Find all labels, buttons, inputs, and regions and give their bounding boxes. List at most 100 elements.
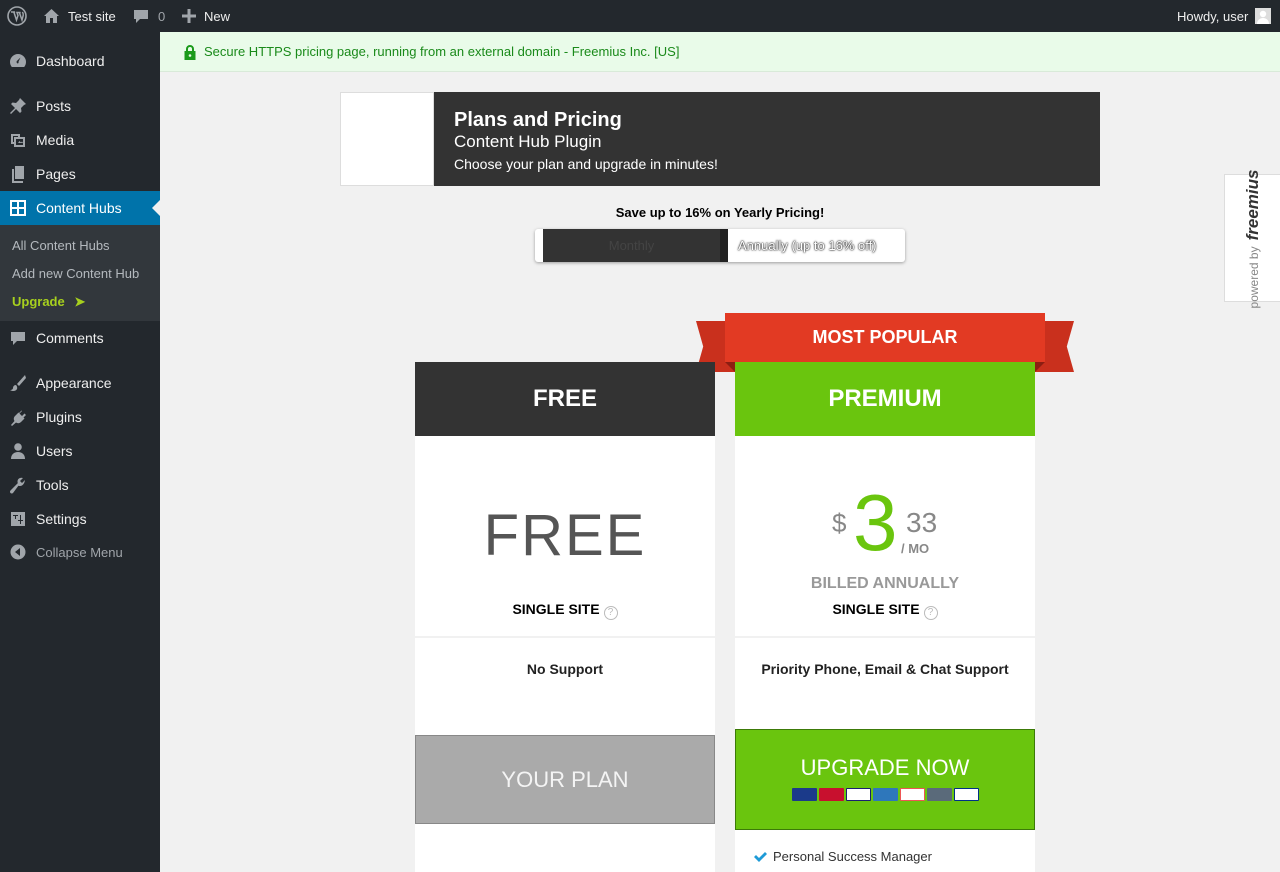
price-currency: $ [832, 508, 847, 538]
plan-sites: SINGLE SITE? [415, 601, 715, 620]
billing-frequency: BILLED ANNUALLY [810, 575, 960, 592]
sidebar-item-label: Pages [36, 166, 76, 182]
sidebar-item-content-hubs[interactable]: Content Hubs [0, 191, 160, 225]
sidebar-item-posts[interactable]: Posts [0, 89, 160, 123]
divider [415, 636, 715, 638]
powered-by-text: powered by [1247, 246, 1261, 309]
sidebar-item-label: Dashboard [36, 53, 105, 69]
sidebar-item-dashboard[interactable]: Dashboard [0, 44, 160, 78]
plan-name: FREE [415, 362, 715, 436]
toggle-divider [720, 229, 728, 262]
yearly-savings-promo: Save up to 16% on Yearly Pricing! [615, 205, 825, 220]
site-name-link[interactable]: Test site [43, 0, 116, 32]
sidebar-item-users[interactable]: Users [0, 434, 160, 468]
divider [735, 636, 1035, 638]
upgrade-now-label: UPGRADE NOW [800, 755, 970, 780]
sidebar-item-label: Posts [36, 98, 72, 114]
wrench-icon [0, 476, 36, 494]
most-popular-ribbon: MOST POPULAR [725, 313, 1045, 362]
sidebar-item-label: Users [36, 443, 73, 459]
admin-bar: Test site 0 New Howdy, user [0, 0, 1280, 32]
new-label: New [204, 8, 231, 24]
arrow-right-icon: ➤ [74, 294, 86, 309]
sidebar-item-label: Plugins [36, 409, 82, 425]
sidebar-item-label: Media [36, 132, 75, 148]
ribbon-fold-right [1035, 362, 1045, 372]
sidebar-item-label: Collapse Menu [36, 544, 123, 560]
plan-price: FREE [483, 503, 647, 568]
comment-count: 0 [158, 8, 166, 24]
sidebar-item-pages[interactable]: Pages [0, 157, 160, 191]
mastercard-card-icon [818, 788, 844, 801]
plugin-name: Content Hub Plugin [454, 132, 602, 151]
upgrade-label: Upgrade [12, 294, 65, 309]
sidebar-item-tools[interactable]: Tools [0, 468, 160, 502]
amex-card-icon [872, 788, 898, 801]
dashboard-icon [0, 52, 36, 70]
bank-card-icon [926, 788, 952, 801]
help-icon[interactable]: ? [603, 606, 618, 620]
page-title: Plans and Pricing [454, 109, 622, 131]
content-hubs-submenu: All Content Hubs Add new Content Hub Upg… [0, 225, 160, 321]
sidebar-item-label: Comments [36, 330, 104, 346]
sidebar-item-settings[interactable]: Settings [0, 502, 160, 536]
user-icon [0, 442, 36, 460]
sites-label: SINGLE SITE [832, 601, 920, 617]
price-decimal: 33 [906, 507, 938, 538]
submenu-upgrade[interactable]: Upgrade ➤ [12, 294, 85, 310]
avatar [1255, 8, 1272, 24]
annual-option[interactable]: Annually (up to 16% off) [738, 229, 898, 262]
plan-card-free: FREE FREE SINGLE SITE? No Support YOUR P… [415, 362, 715, 872]
sites-label: SINGLE SITE [512, 601, 600, 617]
powered-by-freemius-badge[interactable]: powered by freemius [1224, 170, 1280, 308]
sidebar-item-appearance[interactable]: Appearance [0, 366, 160, 400]
greeting-text: Howdy, user [1177, 8, 1249, 24]
check-icon [753, 851, 767, 863]
pricing-header: Plans and Pricing Content Hub Plugin Cho… [340, 92, 1100, 186]
paypal-card-icon [953, 788, 979, 801]
sliders-icon [0, 510, 36, 528]
media-icon [0, 131, 36, 149]
feature-item: Personal Success Manager [753, 849, 932, 864]
new-content-link[interactable]: New [182, 0, 230, 32]
visa-card-icon [845, 788, 871, 801]
sidebar-item-media[interactable]: Media [0, 123, 160, 157]
upgrade-now-button[interactable]: UPGRADE NOW [735, 729, 1035, 830]
sidebar-item-plugins[interactable]: Plugins [0, 400, 160, 434]
pin-icon [0, 97, 36, 115]
plan-support: No Support [526, 661, 604, 677]
notice-text: Secure HTTPS pricing page, running from … [204, 44, 680, 59]
billing-cycle-toggle[interactable]: Monthly Annually (up to 16% off) [535, 229, 905, 262]
plus-icon [182, 9, 196, 23]
comments-link[interactable]: 0 [133, 0, 165, 32]
account-menu[interactable]: Howdy, user [1177, 0, 1272, 32]
plan-price: $ 3 33 / MO [735, 480, 1035, 570]
plug-icon [0, 408, 36, 426]
price-period: / MO [901, 541, 930, 556]
collapse-menu-button[interactable]: Collapse Menu [0, 535, 160, 569]
plan-card-premium: PREMIUM $ 3 33 / MO BILLED ANNUALLY SING… [725, 362, 1045, 872]
ribbon-fold-left [725, 362, 735, 372]
monthly-option[interactable]: Monthly [543, 229, 720, 262]
site-name: Test site [68, 8, 116, 24]
sidebar-item-comments[interactable]: Comments [0, 321, 160, 355]
sidebar-item-label: Appearance [36, 375, 112, 391]
plan-sites: SINGLE SITE? [735, 601, 1035, 620]
sidebar-item-label: Tools [36, 477, 69, 493]
lock-icon [183, 44, 197, 60]
submenu-add-content-hub[interactable]: Add new Content Hub [12, 266, 139, 281]
secure-notice: Secure HTTPS pricing page, running from … [160, 32, 1280, 72]
comment-icon [0, 329, 36, 347]
collapse-icon [0, 544, 36, 560]
brush-icon [0, 374, 36, 392]
admin-sidebar: Dashboard Posts Media Pages Content Hubs… [0, 32, 160, 872]
plugin-logo [340, 92, 434, 186]
active-indicator [152, 200, 160, 216]
freemius-logo: freemius [1243, 169, 1262, 241]
home-icon [43, 8, 60, 24]
plan-support: Priority Phone, Email & Chat Support [761, 661, 1009, 677]
your-plan-button[interactable]: YOUR PLAN [415, 735, 715, 824]
wordpress-logo-icon[interactable] [7, 0, 27, 32]
help-icon[interactable]: ? [923, 606, 938, 620]
submenu-all-content-hubs[interactable]: All Content Hubs [12, 238, 110, 253]
